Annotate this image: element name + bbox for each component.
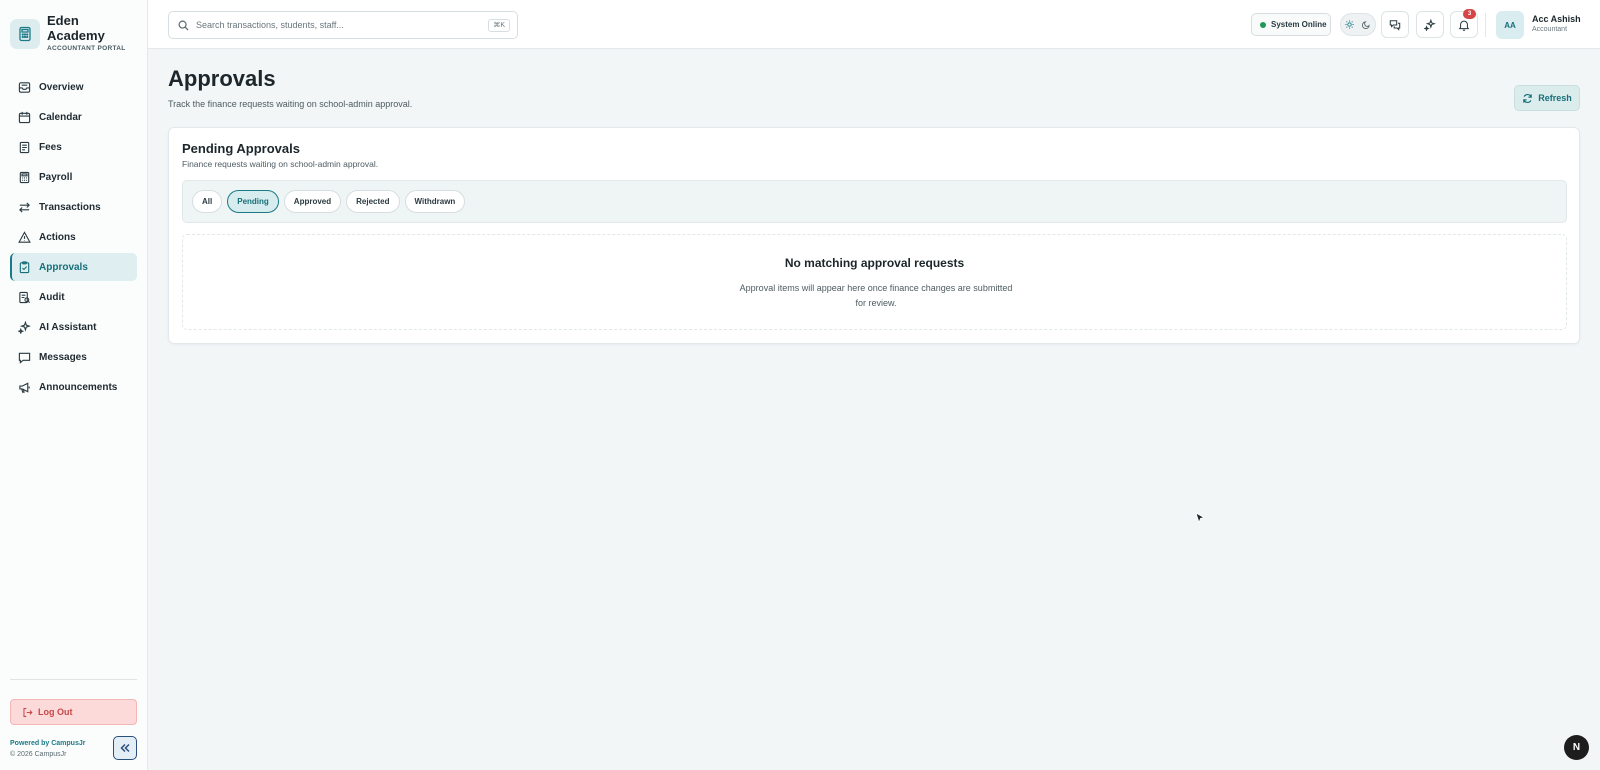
powered-by[interactable]: Powered by CampusJr bbox=[10, 740, 85, 747]
sidebar-item-label: Audit bbox=[39, 291, 65, 303]
calendar-icon bbox=[18, 111, 31, 123]
empty-state: No matching approval requests Approval i… bbox=[182, 234, 1567, 330]
sidebar-divider bbox=[10, 679, 137, 680]
chat-bubble-icon bbox=[18, 352, 31, 364]
sidebar-item-label: Actions bbox=[39, 231, 76, 243]
sidebar-item-label: Messages bbox=[39, 351, 87, 363]
brand-name: Eden Academy bbox=[47, 13, 105, 43]
system-status-label: System Online bbox=[1271, 20, 1327, 29]
search-icon bbox=[178, 20, 189, 31]
filter-chip-withdrawn[interactable]: Withdrawn bbox=[404, 190, 466, 213]
sidebar-item-announcements[interactable]: Announcements bbox=[10, 373, 137, 401]
refresh-label: Refresh bbox=[1538, 93, 1572, 103]
user-role: Accountant bbox=[1532, 26, 1568, 33]
sun-icon bbox=[1345, 20, 1354, 29]
refresh-icon bbox=[1523, 93, 1532, 103]
mouse-cursor-icon bbox=[1195, 512, 1205, 524]
page-subtitle: Track the finance requests waiting on sc… bbox=[168, 99, 413, 109]
clipboard-check-icon bbox=[19, 260, 30, 273]
pending-approvals-panel: Pending Approvals Finance requests waiti… bbox=[168, 127, 1580, 344]
panel-subtitle: Finance requests waiting on school-admin… bbox=[182, 159, 379, 169]
sidebar-item-label: Fees bbox=[39, 141, 62, 153]
sidebar-item-label: AI Assistant bbox=[39, 321, 97, 333]
search-input[interactable]: Search transactions, students, staff... … bbox=[168, 11, 518, 39]
arrows-exchange-icon bbox=[19, 201, 30, 213]
avatar[interactable]: AA bbox=[1496, 11, 1524, 39]
filter-chip-rejected[interactable]: Rejected bbox=[346, 190, 400, 213]
sidebar-item-label: Calendar bbox=[39, 111, 82, 123]
sidebar-item-transactions[interactable]: Transactions bbox=[10, 193, 137, 221]
sidebar-item-label: Approvals bbox=[39, 261, 88, 273]
chat-bubbles-icon bbox=[1389, 19, 1401, 31]
notification-count-badge: 3 bbox=[1463, 9, 1476, 19]
sidebar-item-label: Payroll bbox=[39, 171, 73, 183]
sidebar-item-label: Announcements bbox=[39, 381, 118, 393]
calculator-icon bbox=[19, 171, 30, 183]
search-placeholder: Search transactions, students, staff... bbox=[196, 20, 344, 30]
sidebar-nav: Overview Calendar Fees Payroll Transacti… bbox=[10, 73, 137, 403]
bell-icon bbox=[1458, 20, 1470, 31]
chevrons-left-icon bbox=[120, 743, 130, 753]
sidebar-item-actions[interactable]: Actions bbox=[10, 223, 137, 251]
user-name[interactable]: Acc Ashish bbox=[1532, 14, 1581, 24]
sparkles-icon bbox=[1424, 18, 1436, 31]
floating-n-badge[interactable]: N bbox=[1564, 735, 1589, 760]
collapse-sidebar-button[interactable] bbox=[113, 736, 137, 760]
page-title: Approvals bbox=[168, 66, 276, 91]
sidebar-item-payroll[interactable]: Payroll bbox=[10, 163, 137, 191]
system-status-badge: System Online bbox=[1251, 13, 1331, 36]
logout-label: Log Out bbox=[38, 707, 73, 717]
logout-icon bbox=[23, 707, 33, 717]
moon-icon bbox=[1362, 21, 1370, 29]
sidebar-item-overview[interactable]: Overview bbox=[10, 73, 137, 101]
filter-chip-all[interactable]: All bbox=[192, 190, 223, 213]
warning-triangle-icon bbox=[18, 230, 31, 243]
sidebar-item-calendar[interactable]: Calendar bbox=[10, 103, 137, 131]
empty-state-description: Approval items will appear here once fin… bbox=[739, 283, 1013, 308]
sidebar-item-messages[interactable]: Messages bbox=[10, 343, 137, 371]
status-filter-bar: All Pending Approved Rejected Withdrawn bbox=[182, 180, 1567, 223]
notifications-button[interactable]: 3 bbox=[1450, 9, 1478, 38]
sidebar-item-approvals[interactable]: Approvals bbox=[10, 253, 137, 281]
filter-chip-approved[interactable]: Approved bbox=[283, 190, 342, 213]
empty-state-title: No matching approval requests bbox=[784, 256, 965, 270]
refresh-button[interactable]: Refresh bbox=[1514, 85, 1580, 111]
topbar-divider bbox=[1485, 13, 1486, 37]
sidebar-item-audit[interactable]: Audit bbox=[10, 283, 137, 311]
sidebar-item-label: Overview bbox=[39, 81, 84, 93]
sidebar-item-ai-assistant[interactable]: AI Assistant bbox=[10, 313, 137, 341]
audit-log-icon bbox=[19, 291, 31, 303]
inbox-icon bbox=[18, 81, 31, 93]
copyright: © 2026 CampusJr bbox=[10, 751, 67, 758]
calculator-icon bbox=[10, 19, 40, 49]
sidebar-item-label: Transactions bbox=[39, 201, 101, 213]
brand[interactable]: Eden Academy ACCOUNTANT PORTAL bbox=[10, 13, 126, 52]
megaphone-icon bbox=[19, 381, 30, 393]
logout-button[interactable]: Log Out bbox=[10, 699, 137, 725]
sparkles-icon bbox=[18, 320, 31, 334]
sidebar: Eden Academy ACCOUNTANT PORTAL Overview … bbox=[0, 0, 148, 770]
ai-assistant-button[interactable] bbox=[1416, 11, 1444, 38]
sidebar-item-fees[interactable]: Fees bbox=[10, 133, 137, 161]
status-dot bbox=[1260, 21, 1266, 28]
receipt-icon bbox=[19, 141, 30, 153]
search-shortcut: ⌘K bbox=[488, 19, 510, 32]
panel-title: Pending Approvals bbox=[182, 141, 300, 156]
filter-chip-pending[interactable]: Pending bbox=[227, 190, 279, 213]
theme-toggle[interactable] bbox=[1340, 13, 1376, 36]
messages-button[interactable] bbox=[1381, 11, 1409, 38]
brand-subtitle: ACCOUNTANT PORTAL bbox=[47, 45, 126, 52]
topbar: Search transactions, students, staff... … bbox=[148, 0, 1600, 49]
